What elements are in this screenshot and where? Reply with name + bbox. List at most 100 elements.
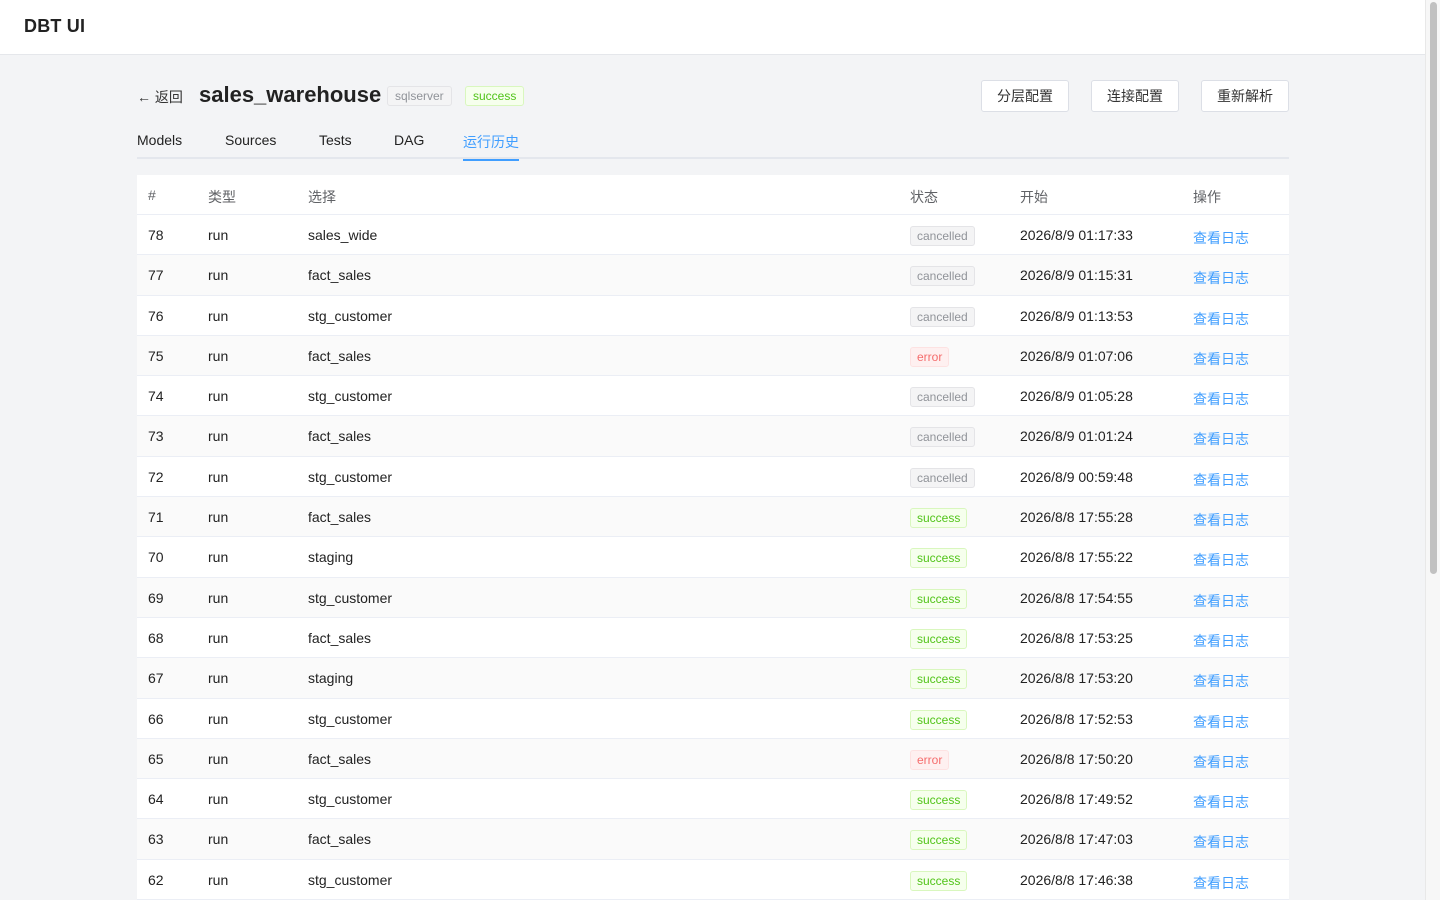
view-log-link[interactable]: 查看日志 [1193, 512, 1249, 528]
run-number: 71 [148, 509, 164, 526]
scrollbar-thumb[interactable] [1430, 2, 1437, 574]
run-type: run [208, 629, 229, 646]
tab-run-history[interactable]: 运行历史 [463, 132, 519, 161]
run-number: 72 [148, 468, 164, 485]
view-log-link[interactable]: 查看日志 [1193, 270, 1249, 286]
run-start-time: 2026/8/9 01:07:06 [1020, 347, 1133, 364]
table-body: 78 run sales_wide cancelled 2026/8/9 01:17:3… [137, 215, 1289, 900]
run-status-badge: success [910, 628, 968, 649]
tab-models[interactable]: Models [137, 132, 182, 159]
column-header-actions: 操作 [1193, 189, 1221, 205]
run-actions-cell: 查看日志 [1193, 349, 1249, 369]
run-status-cell: cancelled [910, 226, 975, 246]
run-status-cell: success [910, 588, 968, 609]
table-row: 63 run fact_sales success 2026/8/8 17:47:03 查… [137, 819, 1289, 860]
run-status-badge: cancelled [910, 306, 975, 327]
run-selection: stg_customer [308, 871, 393, 888]
run-type: run [208, 549, 229, 566]
run-status-badge: cancelled [910, 467, 975, 488]
project-status-tag: success [465, 86, 525, 106]
run-type: run [208, 227, 229, 243]
run-actions-cell: 查看日志 [1193, 873, 1249, 893]
run-start-time: 2026/8/9 01:05:28 [1020, 388, 1133, 405]
run-status-cell: success [910, 669, 968, 690]
view-log-link[interactable]: 查看日志 [1193, 431, 1249, 447]
run-status-badge: cancelled [910, 266, 975, 287]
run-status-cell: success [910, 790, 968, 811]
run-selection: fact_sales [308, 750, 372, 767]
view-log-link[interactable]: 查看日志 [1193, 633, 1249, 649]
view-log-link[interactable]: 查看日志 [1193, 593, 1249, 609]
run-start-time: 2026/8/8 17:49:52 [1020, 791, 1133, 808]
view-log-link[interactable]: 查看日志 [1193, 230, 1249, 246]
run-type: run [208, 750, 229, 767]
reparse-button[interactable]: 重新解析 [1201, 80, 1289, 112]
run-actions-cell: 查看日志 [1193, 470, 1249, 490]
table-row: 66 run stg_customer success 2026/8/8 17:52:5… [137, 699, 1289, 739]
run-status-badge: success [910, 669, 968, 690]
run-history-table: # 类型 选择 状态 开始 操作 78 run sales_wide cancelle… [137, 175, 1289, 900]
run-selection: stg_customer [308, 589, 393, 606]
run-type: run [208, 831, 229, 848]
run-actions-cell: 查看日志 [1193, 712, 1249, 732]
view-log-link[interactable]: 查看日志 [1193, 794, 1249, 810]
run-status-cell: success [910, 508, 968, 529]
run-start-time: 2026/8/9 01:15:31 [1020, 267, 1133, 284]
view-log-link[interactable]: 查看日志 [1193, 391, 1249, 407]
top-bar: DBT UI [0, 0, 1425, 55]
run-number: 66 [148, 710, 164, 727]
run-actions-cell: 查看日志 [1193, 389, 1249, 409]
run-status-badge: error [910, 346, 950, 367]
run-status-cell: success [910, 830, 968, 851]
view-log-link[interactable]: 查看日志 [1193, 875, 1249, 891]
run-selection: stg_customer [308, 307, 393, 324]
view-log-link[interactable]: 查看日志 [1193, 552, 1249, 568]
run-actions-cell: 查看日志 [1193, 671, 1249, 691]
tab-tests[interactable]: Tests [319, 132, 352, 159]
view-log-link[interactable]: 查看日志 [1193, 351, 1249, 367]
table-row: 74 run stg_customer cancelled 2026/8/9 01:05… [137, 376, 1289, 417]
run-selection: fact_sales [308, 347, 372, 364]
vertical-scrollbar[interactable] [1425, 0, 1440, 900]
table-row: 73 run fact_sales cancelled 2026/8/9 01:01:2… [137, 416, 1289, 457]
run-status-badge: success [910, 830, 968, 851]
run-status-cell: error [910, 749, 950, 770]
run-number: 74 [148, 388, 164, 405]
run-status-cell: success [910, 709, 968, 730]
run-actions-cell: 查看日志 [1193, 429, 1249, 449]
back-link[interactable]: ← 返回 [137, 87, 183, 107]
run-number: 78 [148, 227, 164, 243]
table-row: 68 run fact_sales success 2026/8/8 17:53:25 查… [137, 618, 1289, 659]
tab-dag[interactable]: DAG [394, 132, 424, 159]
run-number: 70 [148, 549, 164, 566]
view-log-link[interactable]: 查看日志 [1193, 834, 1249, 850]
tab-sources[interactable]: Sources [225, 132, 276, 159]
run-number: 65 [148, 750, 164, 767]
view-log-link[interactable]: 查看日志 [1193, 673, 1249, 689]
table-row: 70 run staging success 2026/8/8 17:55:22 查看日志 [137, 537, 1289, 578]
run-status-cell: success [910, 870, 968, 891]
table-row: 77 run fact_sales cancelled 2026/8/9 01:15:3… [137, 255, 1289, 296]
connection-config-button[interactable]: 连接配置 [1091, 80, 1179, 112]
run-actions-cell: 查看日志 [1193, 832, 1249, 852]
run-number: 63 [148, 831, 164, 848]
view-log-link[interactable]: 查看日志 [1193, 472, 1249, 488]
table-row: 64 run stg_customer success 2026/8/8 17:49:5… [137, 779, 1289, 820]
run-actions-cell: 查看日志 [1193, 631, 1249, 651]
run-status-cell: cancelled [910, 467, 975, 488]
table-row: 78 run sales_wide cancelled 2026/8/9 01:17:3… [137, 215, 1289, 256]
run-status-badge: success [910, 588, 968, 609]
run-type: run [208, 428, 229, 445]
view-log-link[interactable]: 查看日志 [1193, 714, 1249, 730]
run-selection: stg_customer [308, 388, 393, 405]
run-actions-cell: 查看日志 [1193, 752, 1249, 772]
run-number: 69 [148, 589, 164, 606]
layer-config-button[interactable]: 分层配置 [981, 80, 1069, 112]
run-status-badge: success [910, 870, 968, 891]
run-start-time: 2026/8/8 17:53:20 [1020, 670, 1133, 687]
run-selection: stg_customer [308, 791, 393, 808]
run-start-time: 2026/8/8 17:47:03 [1020, 831, 1133, 848]
view-log-link[interactable]: 查看日志 [1193, 311, 1249, 327]
view-log-link[interactable]: 查看日志 [1193, 754, 1249, 770]
run-start-time: 2026/8/8 17:55:28 [1020, 509, 1133, 526]
